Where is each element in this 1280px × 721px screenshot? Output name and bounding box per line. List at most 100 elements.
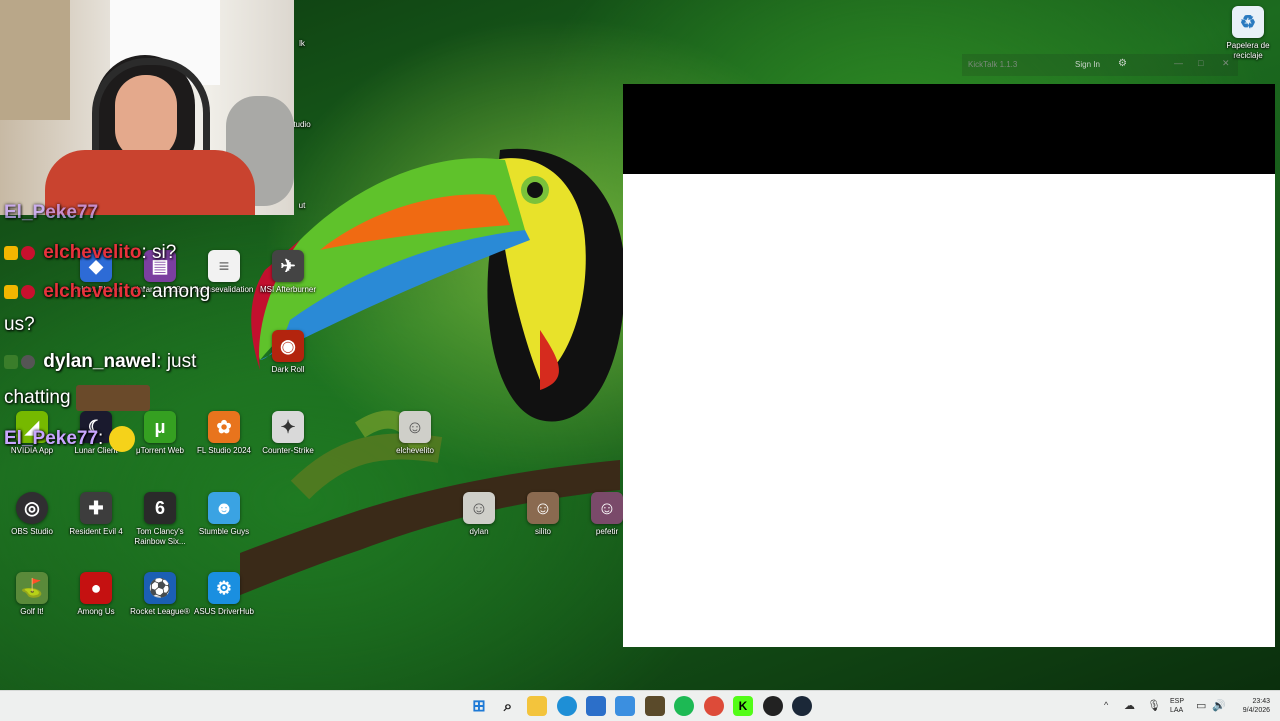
desktop-icon-label: Golf It! [20, 607, 44, 616]
chat-message: elchevelito: si? [4, 242, 176, 264]
stumble-guys-icon: ☻ [208, 492, 240, 524]
onedrive-cloud-icon[interactable]: ☁ [1124, 699, 1135, 712]
chat-text: chatting [4, 387, 71, 409]
minimize-button[interactable]: — [1174, 58, 1183, 68]
clock[interactable]: 23:43 9/4/2026 [1232, 697, 1270, 715]
settings-gear-icon[interactable]: ⚙ [1118, 58, 1127, 69]
keyboard-layout: LAA [1170, 707, 1184, 714]
recycle-bin-icon: ♻ [1232, 6, 1264, 38]
cherry-badge-icon [21, 245, 35, 260]
network-icon[interactable]: ▭ [1196, 699, 1206, 712]
kicktalk-title: KickTalk 1.1.3 [968, 60, 1018, 69]
golf-it-icon: ⛳ [16, 572, 48, 604]
store-icon[interactable] [586, 696, 606, 716]
desktop-icon-label: ASUS DriverHub [193, 607, 254, 616]
clock-date: 9/4/2026 [1242, 707, 1270, 714]
desktop-icon-counter-strike[interactable]: ✦ Counter-Strike [256, 411, 320, 456]
image-file-icon: ☺ [591, 492, 623, 524]
desktop-icon-recycle-bin[interactable]: ♻ Papelera de reciclaje [1216, 6, 1280, 61]
monkey-emote-icon [75, 385, 150, 411]
fl-studio-icon: ✿ [208, 411, 240, 443]
crown-badge-icon [4, 284, 18, 299]
desktop: lk tudio ut ◆ Roblox Player ▤ winrar_v..… [0, 0, 1280, 690]
outlook-icon[interactable] [615, 696, 635, 716]
record-app-icon[interactable] [763, 696, 783, 716]
kicktalk-content-panel[interactable] [623, 84, 1275, 647]
subscriber-badge-icon [4, 354, 18, 369]
glasses-badge-icon [21, 354, 35, 369]
webcam-overlay [0, 0, 294, 215]
language-code: ESP [1170, 698, 1185, 705]
desktop-icon-obs[interactable]: ◎ OBS Studio [0, 492, 64, 537]
desktop-icon-dark-roll[interactable]: ◉ Dark Roll [256, 330, 320, 375]
desktop-icon-label: OBS Studio [11, 527, 53, 536]
crown-badge-icon [4, 245, 18, 260]
chat-message: dylan_nawel: just [4, 351, 196, 373]
chat-text: : [98, 428, 104, 450]
desktop-icon-msi-afterburner[interactable]: ✈ MSI Afterburner [256, 250, 320, 295]
desktop-icon-golf-it[interactable]: ⛳ Golf It! [0, 572, 64, 617]
desktop-icon-silito[interactable]: ☺ silito [511, 492, 575, 537]
desktop-icon-label: silito [534, 527, 551, 536]
image-file-icon: ☺ [527, 492, 559, 524]
desktop-icon-resident-evil-4[interactable]: ✚ Resident Evil 4 [64, 492, 128, 537]
desktop-icon-asus-driverhub[interactable]: ⚙ ASUS DriverHub [192, 572, 256, 617]
desktop-icon-label: elchevelito [396, 446, 434, 455]
counter-strike-icon: ✦ [272, 411, 304, 443]
kicktalk-titlebar[interactable]: KickTalk 1.1.3 Sign In ⚙ — □ ✕ [962, 54, 1238, 76]
resident-evil-icon: ✚ [80, 492, 112, 524]
desktop-icon-label: Stumble Guys [198, 527, 250, 536]
close-button[interactable]: ✕ [1222, 58, 1230, 69]
desktop-icon-rocket-league[interactable]: ⚽ Rocket League® [128, 572, 192, 617]
chat-text: us? [4, 314, 35, 335]
input-language[interactable]: ESP LAA [1170, 697, 1184, 715]
msi-afterburner-icon: ✈ [272, 250, 304, 282]
chat-text: : si? [141, 242, 177, 263]
chat-message: elchevelito: among [4, 281, 210, 303]
among-us-icon: ● [80, 572, 112, 604]
chat-username: dylan_nawel [43, 351, 157, 372]
kicktalk-header-bar [623, 84, 1275, 174]
chat-username: elchevelito [43, 242, 142, 263]
image-file-icon: ☺ [399, 411, 431, 443]
windows-start-icon[interactable]: ⊞ [469, 696, 489, 716]
microphone-icon[interactable]: 🎙 [1147, 699, 1161, 712]
desktop-icon-fl-studio[interactable]: ✿ FL Studio 2024 [192, 411, 256, 456]
desktop-icon-elchevelito[interactable]: ☺ elchevelito [383, 411, 447, 456]
maximize-button[interactable]: □ [1198, 58, 1203, 68]
desktop-icon-label: μTorrent Web [135, 446, 185, 455]
chat-message-continuation: chatting [4, 385, 150, 411]
desktop-icon-label: Among Us [77, 607, 115, 616]
kick-icon[interactable]: K [733, 696, 753, 716]
file-explorer-icon[interactable] [527, 696, 547, 716]
desktop-icon-utorrent[interactable]: μ μTorrent Web [128, 411, 192, 456]
desktop-icon-label: Tom Clancy's Rainbow Six... [134, 527, 186, 546]
sign-in-button[interactable]: Sign In [1075, 60, 1100, 69]
desktop-icon-label: MSI Afterburner [259, 285, 317, 294]
volume-icon[interactable]: 🔊 [1212, 699, 1226, 712]
chat-text: : among [141, 281, 211, 302]
minecraft-icon[interactable] [645, 696, 665, 716]
chat-message: El_Peke77 [4, 202, 98, 224]
search-icon[interactable]: ⌕ [498, 696, 518, 716]
asus-driverhub-icon: ⚙ [208, 572, 240, 604]
desktop-icon-label: dylan [469, 527, 489, 536]
tray-expand-chevron-icon[interactable]: ^ [1104, 700, 1108, 710]
chat-username: El_Peke77 [4, 202, 99, 223]
desktop-icon-label: Rocket League® [130, 607, 190, 616]
steam-icon[interactable] [792, 696, 812, 716]
chat-username: El_Peke77 [4, 428, 99, 450]
desktop-icon-rainbow-six[interactable]: 6 Tom Clancy's Rainbow Six... [128, 492, 192, 547]
edge-browser-icon[interactable] [557, 696, 577, 716]
desktop-icon-dylan[interactable]: ☺ dylan [447, 492, 511, 537]
spotify-icon[interactable] [674, 696, 694, 716]
chrome-icon[interactable] [704, 696, 724, 716]
desktop-icon-stumble-guys[interactable]: ☻ Stumble Guys [192, 492, 256, 537]
desktop-icon-among-us[interactable]: ● Among Us [64, 572, 128, 617]
taskbar: ⊞ ⌕ K ^ ☁ 🎙 ESP LAA ▭ 🔊 23:43 9/4/2026 [0, 690, 1280, 721]
desktop-icon-label: Dark Roll [271, 365, 305, 374]
dark-roll-icon: ◉ [272, 330, 304, 362]
chat-message: El_Peke77: [4, 426, 135, 452]
neutral-face-emote-icon [108, 426, 135, 452]
chat-text: : just [156, 351, 197, 372]
